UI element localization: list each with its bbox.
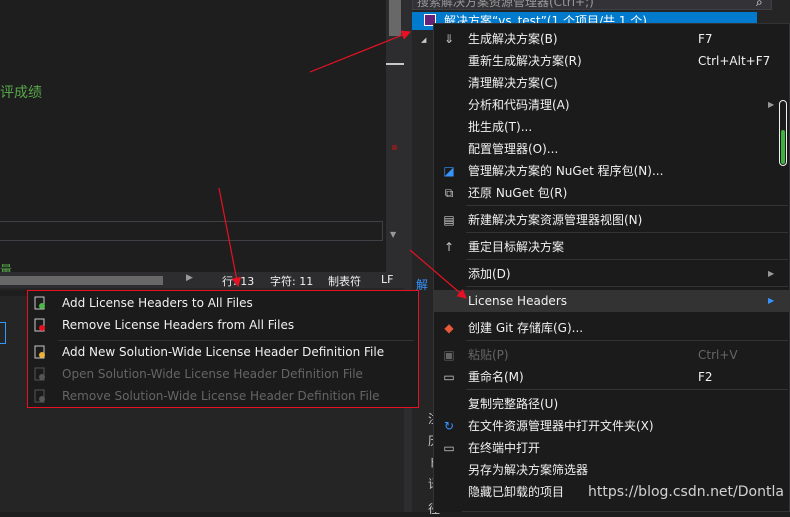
context-menu-scroll-thumb[interactable] — [781, 130, 785, 164]
tree-expander-icon[interactable]: ◢ — [421, 36, 426, 44]
editor-scroll-thumb[interactable] — [389, 0, 401, 36]
paste-icon: ▣ — [443, 348, 455, 362]
menu-item-create-git-repo[interactable]: ◆ 创建 Git 存储库(G)... — [434, 317, 790, 339]
open-folder-icon: ↻ — [443, 419, 455, 433]
restore-icon: ⧉ — [444, 186, 454, 200]
menu-item-shortcut: Ctrl+Alt+F7 — [698, 54, 771, 68]
menu-item-label: Remove Solution-Wide License Header Defi… — [62, 389, 380, 403]
menu-item-label: 添加(D) — [468, 267, 511, 281]
license-remove-icon — [34, 318, 47, 332]
watermark-text: https://blog.csdn.net/Dontla — [588, 484, 784, 500]
menu-item-batch-build[interactable]: 批生成(T)... — [434, 116, 790, 138]
menu-item-save-as-filter[interactable]: 另存为解决方案筛选器 — [434, 459, 790, 481]
menu-separator — [466, 286, 788, 287]
license-open-definition-icon — [34, 367, 47, 381]
menu-item-clean-solution[interactable]: 清理解决方案(C) — [434, 72, 790, 94]
submenu-arrow-icon: ▶ — [768, 296, 775, 305]
menu-item-shortcut: F7 — [698, 32, 713, 46]
menu-item-label: 重定目标解决方案 — [468, 240, 565, 254]
menu-item-build-solution[interactable]: ⇓ 生成解决方案(B) F7 — [434, 28, 790, 50]
scroll-right-arrow-icon[interactable]: ▶ — [186, 273, 193, 283]
submenu-arrow-icon: ▶ — [768, 269, 775, 278]
menu-item-label: 重命名(M) — [468, 370, 524, 384]
menu-item-label: 清理解决方案(C) — [468, 76, 558, 90]
submenu-arrow-icon: ▶ — [768, 100, 775, 109]
editor-comment-text: 评成绩 — [0, 85, 42, 101]
menu-item-paste[interactable]: ▣ 粘贴(P) Ctrl+V — [434, 344, 790, 366]
solution-explorer-search-input[interactable]: 搜索解决方案资源管理器(Ctrl+;) — [412, 0, 772, 10]
status-eol[interactable]: LF — [381, 273, 393, 286]
menu-item-restore-nuget[interactable]: ⧉ 还原 NuGet 包(R) — [434, 182, 790, 204]
menu-item-label: 创建 Git 存储库(G)... — [468, 321, 584, 335]
menu-item-open-in-terminal[interactable]: ▭ 在终端中打开 — [434, 437, 790, 459]
git-icon: ◆ — [444, 321, 454, 335]
menu-item-copy-full-path[interactable]: 复制完整路径(U) — [434, 393, 790, 415]
menu-item-label: 在文件资源管理器中打开文件夹(X) — [468, 419, 654, 433]
retarget-icon: ↑ — [443, 240, 455, 254]
submenu-item-remove-definition[interactable]: Remove Solution-Wide License Header Defi… — [28, 385, 418, 407]
scroll-down-arrow-icon[interactable]: ▼ — [390, 230, 396, 239]
menu-item-label: Add License Headers to All Files — [62, 296, 253, 310]
menu-separator — [466, 340, 788, 341]
menu-separator — [466, 259, 788, 260]
menu-separator — [466, 232, 788, 233]
build-icon: ⇓ — [443, 32, 455, 46]
menu-item-label: 隐藏已卸载的项目 — [468, 485, 565, 499]
menu-item-open-in-explorer[interactable]: ↻ 在文件资源管理器中打开文件夹(X) — [434, 415, 790, 437]
menu-item-label: 在终端中打开 — [468, 441, 541, 455]
menu-item-label: 分析和代码清理(A) — [468, 98, 570, 112]
menu-item-add[interactable]: 添加(D) ▶ — [434, 263, 790, 285]
menu-item-manage-nuget[interactable]: ◪ 管理解决方案的 NuGet 程序包(N)... — [434, 160, 790, 182]
menu-item-config-manager[interactable]: 配置管理器(O)... — [434, 138, 790, 160]
status-char[interactable]: 字符: 11 — [270, 273, 313, 289]
menu-item-analyze[interactable]: 分析和代码清理(A) ▶ — [434, 94, 790, 116]
menu-item-new-view[interactable]: ▤ 新建解决方案资源管理器视图(N) — [434, 209, 790, 231]
panel-splitter[interactable] — [404, 0, 412, 512]
menu-item-label: License Headers — [468, 294, 567, 308]
menu-item-label: 批生成(T)... — [468, 120, 533, 134]
horizontal-scroll-thumb[interactable] — [0, 276, 163, 285]
terminal-icon: ▭ — [443, 441, 455, 455]
menu-item-label: 重新生成解决方案(R) — [468, 54, 582, 68]
menu-item-label: 配置管理器(O)... — [468, 142, 559, 156]
scroll-caret-marker — [386, 63, 404, 65]
new-view-icon: ▤ — [443, 213, 455, 227]
rename-icon: ▭ — [443, 370, 455, 384]
search-icon[interactable]: ⌕ — [756, 0, 763, 10]
menu-item-rebuild-solution[interactable]: 重新生成解决方案(R) Ctrl+Alt+F7 — [434, 50, 790, 72]
menu-item-license-headers[interactable]: License Headers ▶ — [434, 290, 790, 312]
status-line[interactable]: 行: 13 — [222, 273, 254, 289]
menu-item-label: 管理解决方案的 NuGet 程序包(N)... — [468, 164, 664, 178]
status-tab[interactable]: 制表符 — [328, 273, 361, 289]
nuget-icon: ◪ — [443, 164, 455, 178]
submenu-item-add-definition[interactable]: Add New Solution-Wide License Header Def… — [28, 341, 418, 363]
menu-item-label: Add New Solution-Wide License Header Def… — [62, 345, 385, 359]
submenu-item-remove-all[interactable]: Remove License Headers from All Files — [28, 314, 418, 336]
menu-item-label: 还原 NuGet 包(R) — [468, 186, 568, 200]
menu-item-retarget[interactable]: ↑ 重定目标解决方案 — [434, 236, 790, 258]
menu-separator — [466, 389, 788, 390]
menu-item-label: Open Solution-Wide License Header Defini… — [62, 367, 363, 381]
menu-item-label: Remove License Headers from All Files — [62, 318, 295, 332]
editor-current-line — [0, 221, 383, 241]
menu-item-label: 生成解决方案(B) — [468, 32, 558, 46]
menu-item-label: 新建解决方案资源管理器视图(N) — [468, 213, 643, 227]
scroll-error-marker — [392, 145, 397, 150]
license-remove-definition-icon — [34, 389, 47, 403]
menu-item-label: 复制完整路径(U) — [468, 397, 559, 411]
menu-item-label: 另存为解决方案筛选器 — [468, 463, 589, 477]
lower-panel-tab-marker — [0, 322, 6, 344]
license-new-definition-icon — [34, 345, 47, 359]
menu-item-shortcut: Ctrl+V — [698, 348, 738, 362]
menu-separator — [466, 205, 788, 206]
submenu-item-add-all[interactable]: Add License Headers to All Files — [28, 292, 418, 314]
menu-item-shortcut: F2 — [698, 370, 713, 384]
menu-item-rename[interactable]: ▭ 重命名(M) F2 — [434, 366, 790, 388]
submenu-item-open-definition[interactable]: Open Solution-Wide License Header Defini… — [28, 363, 418, 385]
menu-item-label: 粘贴(P) — [468, 348, 509, 362]
license-add-icon — [34, 296, 47, 310]
